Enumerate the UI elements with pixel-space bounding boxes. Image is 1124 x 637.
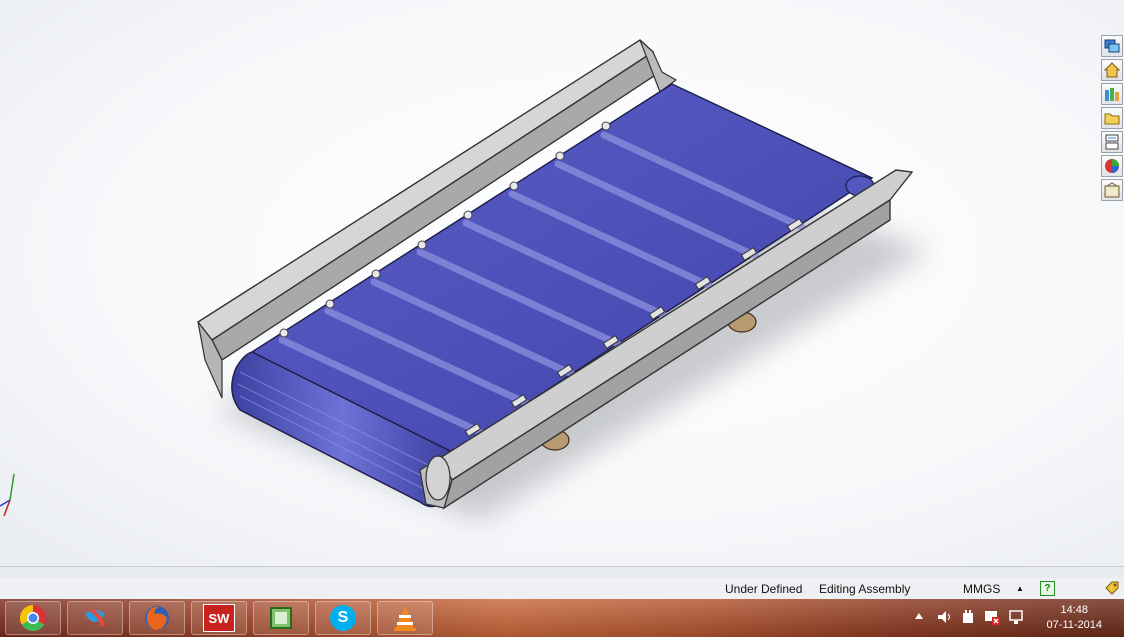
tag-icon[interactable]	[1104, 580, 1120, 599]
editing-mode-status: Editing Assembly	[819, 582, 911, 596]
custom-properties-icon[interactable]	[1101, 179, 1123, 201]
unit-system[interactable]: MMGS	[963, 582, 1000, 596]
taskbar-windows-live[interactable]	[67, 601, 123, 635]
view-palette-icon[interactable]	[1101, 131, 1123, 153]
solidworks-icon: SW	[203, 604, 235, 632]
resources-icon[interactable]	[1101, 35, 1123, 57]
windows-taskbar: SW S 14:48 07-11-2014	[0, 599, 1124, 637]
skype-icon: S	[330, 605, 356, 631]
notepad-icon	[270, 607, 292, 629]
firefox-icon	[145, 606, 169, 630]
action-center-icon[interactable]	[984, 609, 1000, 625]
system-clock[interactable]: 14:48 07-11-2014	[1047, 603, 1102, 633]
taskbar-firefox[interactable]	[129, 601, 185, 635]
reference-triad	[0, 473, 15, 517]
taskbar-vlc[interactable]	[377, 601, 433, 635]
chrome-icon	[19, 604, 46, 632]
power-icon[interactable]	[960, 609, 976, 625]
windows-live-icon	[85, 608, 105, 627]
home-icon[interactable]	[1101, 59, 1123, 81]
clock-time: 14:48	[1060, 604, 1089, 616]
graphics-viewport[interactable]	[0, 0, 1124, 566]
task-pane	[1100, 35, 1124, 203]
taskbar-skype[interactable]: S	[315, 601, 371, 635]
taskbar-notepad[interactable]	[253, 601, 309, 635]
taskbar-solidworks[interactable]: SW	[191, 601, 247, 635]
appearances-icon[interactable]	[1101, 155, 1123, 177]
vlc-icon	[394, 606, 416, 631]
taskbar-chrome[interactable]	[5, 601, 61, 635]
status-bar: Under Defined Editing Assembly MMGS ▲ ?	[0, 578, 1124, 599]
file-explorer-icon[interactable]	[1101, 107, 1123, 129]
show-hidden-icons-icon[interactable]	[914, 609, 924, 623]
library-icon[interactable]	[1101, 83, 1123, 105]
clock-date: 07-11-2014	[1046, 619, 1102, 631]
conveyor-model[interactable]	[0, 0, 1124, 566]
unit-system-menu-arrow[interactable]: ▲	[1016, 584, 1024, 593]
definition-status: Under Defined	[725, 582, 803, 596]
help-icon[interactable]: ?	[1040, 581, 1055, 596]
network-icon[interactable]	[1008, 609, 1024, 625]
volume-icon[interactable]	[936, 609, 952, 625]
